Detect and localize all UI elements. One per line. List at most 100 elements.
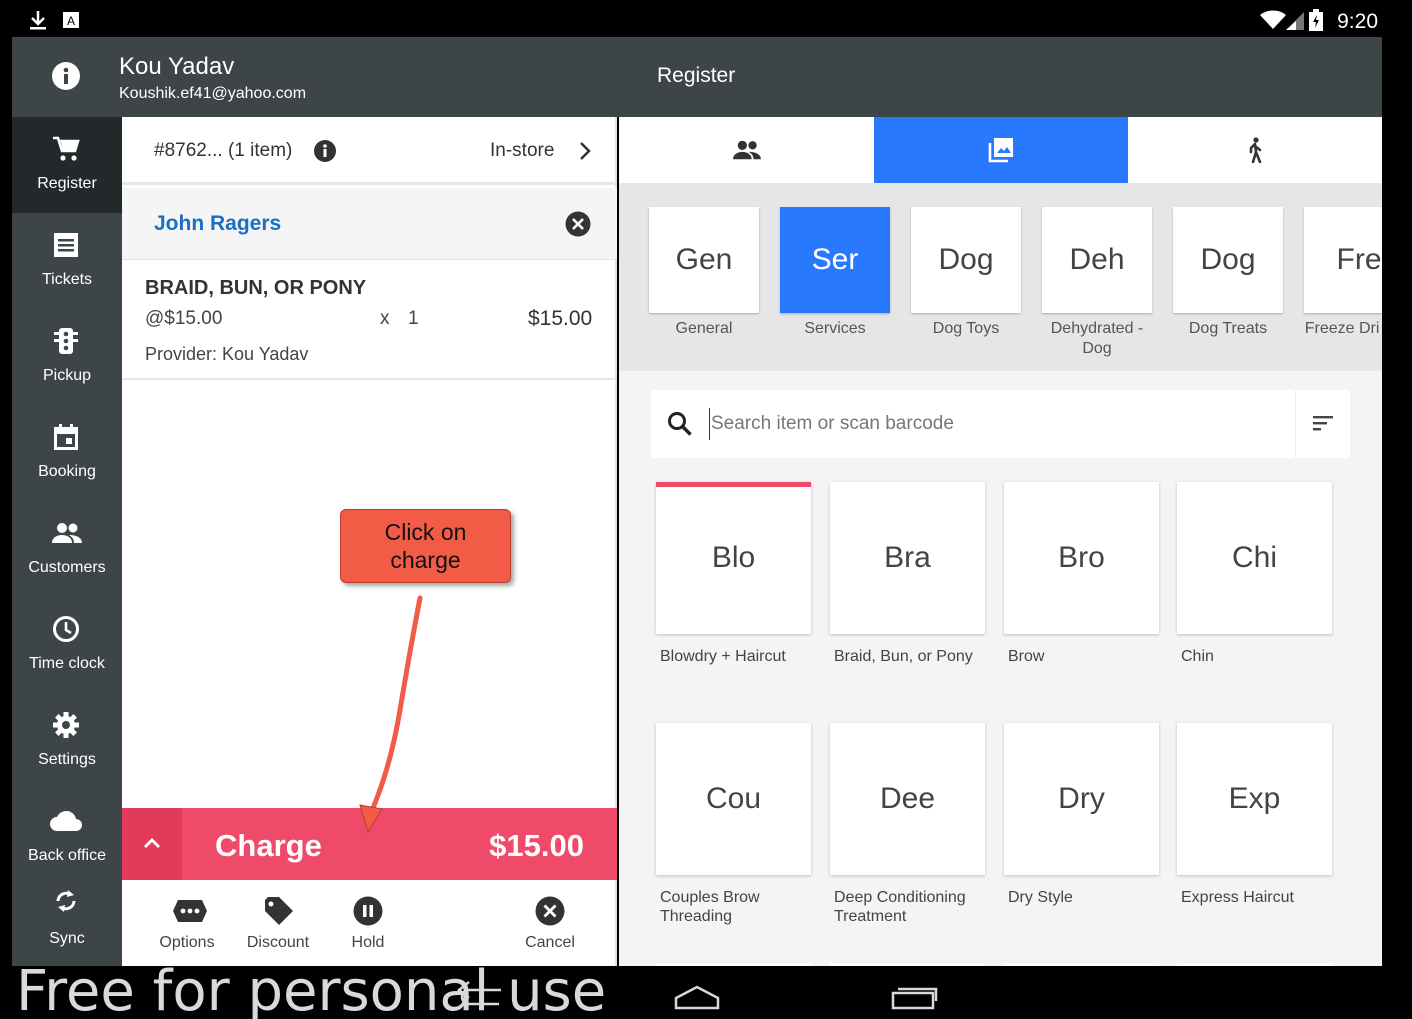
product-tile: Dry: [1004, 723, 1159, 875]
sidebar-item-label: Pickup: [42, 367, 92, 384]
sidebar-item-booking[interactable]: Booking: [12, 405, 122, 501]
tab-gallery[interactable]: [874, 117, 1128, 183]
customer-name[interactable]: John Ragers: [154, 212, 281, 236]
gear-icon: [52, 711, 80, 739]
product-label: Braid, Bun, or Pony: [834, 648, 973, 665]
category-tile: Gen: [649, 207, 759, 313]
product-label: Dry Style: [1008, 889, 1073, 906]
system-nav-bar: Free for personal use: [0, 962, 1412, 1019]
charge-amount: $15.00: [489, 828, 584, 863]
category-label: Dog Toys: [932, 320, 1000, 337]
category-label: Dehydrated - Dog: [1050, 320, 1144, 357]
product-label: Couples Brow Threading: [660, 889, 760, 925]
product-tile: Bra: [830, 482, 985, 634]
options-icon: [172, 896, 207, 926]
ticket-info-icon[interactable]: [313, 139, 337, 163]
cancel-button[interactable]: Cancel: [505, 893, 595, 953]
item-price: $15.00: [528, 307, 593, 330]
item-quantity: 1: [408, 308, 419, 329]
charge-label: Charge: [215, 828, 322, 863]
annotation-line: Click on: [384, 519, 467, 545]
product-tile: Blo: [656, 482, 811, 634]
search-input[interactable]: [709, 408, 1289, 440]
user-name: Kou Yadav: [119, 53, 235, 80]
dining-option[interactable]: In-store: [490, 140, 554, 162]
pause-icon: [353, 896, 383, 926]
sidebar-item-label: Back office: [28, 847, 106, 864]
annotation-callout: Click on charge: [340, 509, 511, 583]
sidebar-item-back-office[interactable]: Back office: [12, 789, 122, 885]
sidebar-item-register[interactable]: Register: [12, 117, 122, 213]
category-label: Dog Treats: [1188, 320, 1268, 337]
options-button[interactable]: Options: [142, 893, 232, 953]
info-icon[interactable]: [51, 61, 81, 91]
search-bar: [651, 390, 1350, 458]
sidebar-item-tickets[interactable]: Tickets: [12, 213, 122, 309]
ticket-header[interactable]: #8762... (1 item) In-store: [122, 117, 617, 185]
sort-button[interactable]: [1295, 390, 1350, 458]
category-strip: Gen General Ser Services Dog Dog Toys De…: [619, 183, 1382, 371]
sort-icon: [1313, 416, 1333, 432]
tab-customers[interactable]: [619, 117, 874, 183]
status-time: 9:20: [1337, 10, 1378, 33]
selected-indicator: [656, 482, 811, 487]
sidebar-item-label: Register: [37, 175, 97, 192]
sidebar-item-customers[interactable]: Customers: [12, 501, 122, 597]
remove-customer-icon[interactable]: [565, 211, 591, 237]
clock-icon: [52, 615, 80, 643]
ticket-number: #8762... (1 item): [154, 140, 293, 161]
sidebar-item-pickup[interactable]: Pickup: [12, 309, 122, 405]
people-icon: [52, 519, 82, 547]
customer-row[interactable]: John Ragers: [122, 188, 617, 260]
signal-icon: [1286, 10, 1304, 30]
back-icon[interactable]: [455, 980, 505, 1006]
sidebar-item-time-clock[interactable]: Time clock: [12, 597, 122, 693]
catalog-panel: Gen General Ser Services Dog Dog Toys De…: [619, 117, 1382, 966]
home-icon[interactable]: [672, 984, 722, 1010]
status-bar: A 9:20: [12, 4, 1382, 37]
sidebar-item-settings[interactable]: Settings: [12, 693, 122, 789]
sidebar-item-label: Time clock: [29, 655, 105, 672]
sync-icon: [52, 887, 80, 915]
download-icon: [28, 9, 48, 31]
hold-button[interactable]: Hold: [323, 893, 413, 953]
svg-text:A: A: [67, 14, 75, 28]
category-tile: Dog: [911, 207, 1021, 313]
discount-label: Discount: [246, 934, 310, 951]
chevron-right-icon[interactable]: [577, 141, 593, 161]
tag-icon: [263, 896, 293, 926]
annotation-arrow: [359, 593, 425, 834]
chevron-up-icon: [143, 836, 161, 850]
product-tile: Bro: [1004, 482, 1159, 634]
cart-icon: [52, 135, 80, 163]
category-tile: Ser: [780, 207, 890, 313]
product-label: Blowdry + Haircut: [660, 648, 786, 665]
options-label: Options: [159, 934, 215, 951]
recents-icon[interactable]: [890, 984, 940, 1010]
category-tile: Dog: [1173, 207, 1283, 313]
view-tabs: [619, 117, 1382, 183]
user-email: Koushik.ef41@yahoo.com: [119, 85, 307, 102]
product-tile: Chi: [1177, 482, 1332, 634]
watermark-text: Free for personal use: [16, 959, 607, 1019]
expand-totals-button[interactable]: [122, 808, 182, 880]
product-label: Deep Conditioning Treatment: [834, 889, 966, 925]
discount-button[interactable]: Discount: [233, 893, 323, 953]
ticket-line-item[interactable]: BRAID, BUN, OR PONY @$15.00 x 1 $15.00 P…: [122, 260, 617, 380]
sidebar-item-label: Sync: [49, 930, 85, 947]
cancel-icon: [535, 896, 565, 926]
cancel-label: Cancel: [525, 934, 575, 951]
people-icon: [733, 137, 761, 163]
app-header: Kou Yadav Koushik.ef41@yahoo.com Registe…: [12, 37, 1382, 117]
sidebar-item-label: Settings: [38, 751, 96, 768]
category-tile: Fre: [1304, 207, 1382, 313]
item-provider: Provider: Kou Yadav: [145, 344, 309, 364]
sidebar-item-label: Tickets: [41, 271, 93, 288]
search-icon: [667, 411, 693, 437]
tab-walk-in[interactable]: [1128, 117, 1382, 183]
product-label: Brow: [1008, 648, 1045, 665]
page-title: Register: [657, 64, 736, 87]
cloud-icon: [49, 807, 82, 835]
product-label: Express Haircut: [1181, 889, 1294, 906]
sidebar-item-sync[interactable]: Sync: [12, 877, 122, 966]
